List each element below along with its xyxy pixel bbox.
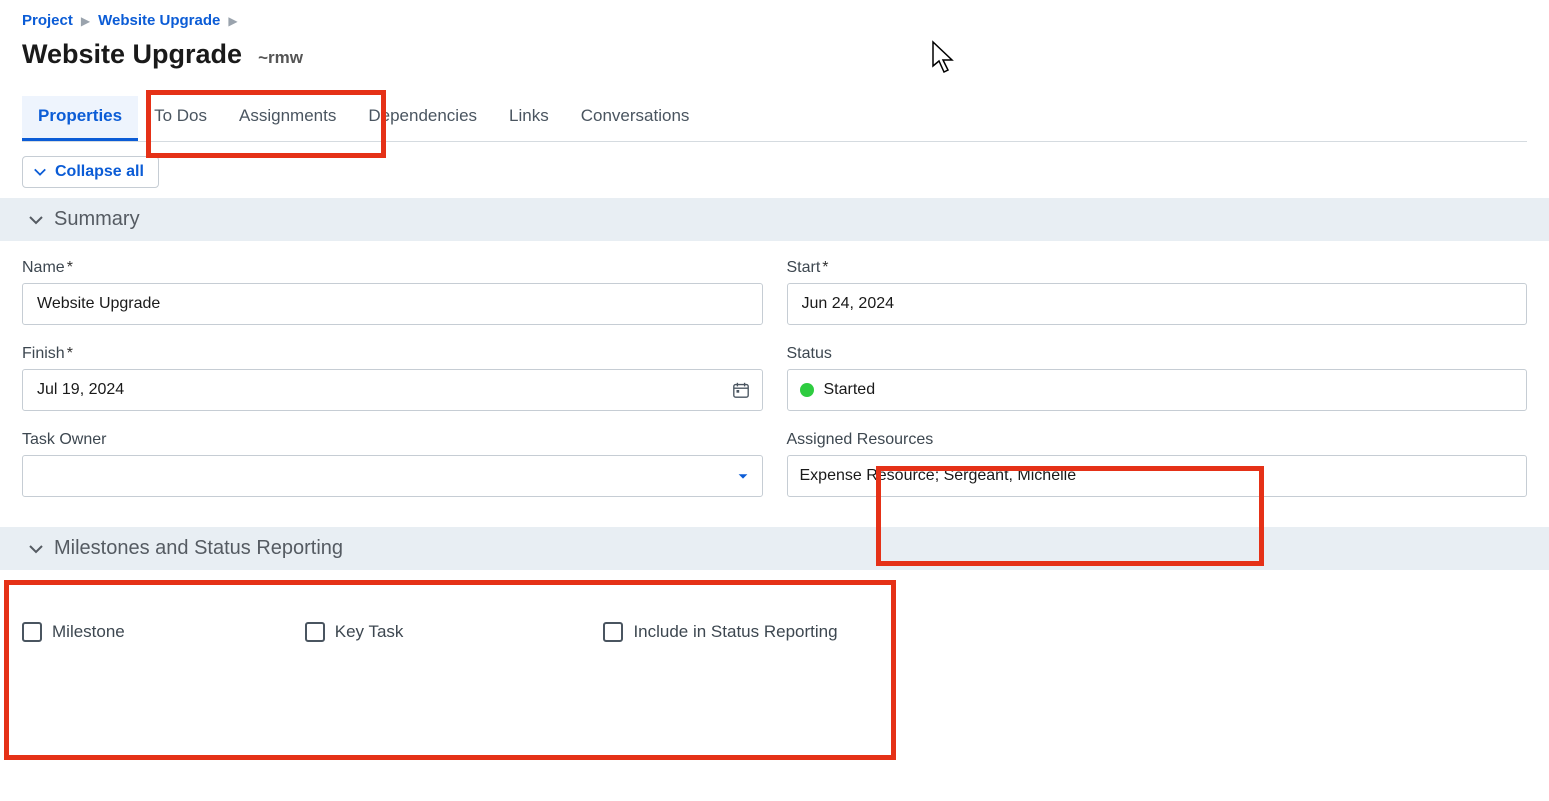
field-assigned-resources: Assigned Resources Expense Resource; Ser… <box>787 431 1528 497</box>
checkbox-key-task[interactable]: Key Task <box>305 622 404 642</box>
chevron-right-icon: ▶ <box>228 14 237 28</box>
start-input[interactable] <box>800 294 1515 314</box>
start-input-wrap[interactable] <box>787 283 1528 325</box>
field-status: Status Started <box>787 345 1528 411</box>
task-owner-label: Task Owner <box>22 431 763 449</box>
chevron-down-icon <box>28 212 44 228</box>
chevron-right-icon: ▶ <box>81 14 90 28</box>
tab-bar: Properties To Dos Assignments Dependenci… <box>22 96 1527 142</box>
finish-label: Finish* <box>22 345 763 363</box>
field-start: Start* <box>787 259 1528 325</box>
title-row: Website Upgrade ~rmw <box>22 39 1527 70</box>
collapse-all-button[interactable]: Collapse all <box>22 156 159 188</box>
finish-input[interactable] <box>35 380 732 400</box>
checkbox-icon[interactable] <box>603 622 623 642</box>
tab-dependencies[interactable]: Dependencies <box>352 96 493 141</box>
section-summary-header[interactable]: Summary <box>0 198 1549 241</box>
chevron-down-icon <box>33 165 47 179</box>
name-input[interactable] <box>35 294 750 314</box>
page-title: Website Upgrade <box>22 39 242 70</box>
field-finish: Finish* <box>22 345 763 411</box>
summary-form: Name* Start* Finish* <box>22 259 1527 521</box>
section-summary-title: Summary <box>54 208 140 231</box>
chevron-down-icon <box>28 541 44 557</box>
checkbox-milestone[interactable]: Milestone <box>22 622 125 642</box>
section-milestones-header[interactable]: Milestones and Status Reporting <box>0 527 1549 570</box>
collapse-all-label: Collapse all <box>55 163 144 181</box>
start-label: Start* <box>787 259 1528 277</box>
assigned-resources-label: Assigned Resources <box>787 431 1528 449</box>
assigned-resources-value: Expense Resource; Sergeant, Michelle <box>800 467 1515 485</box>
name-input-wrap[interactable] <box>22 283 763 325</box>
checkbox-include-status-label: Include in Status Reporting <box>633 622 837 642</box>
checkbox-icon[interactable] <box>22 622 42 642</box>
owner-tag: ~rmw <box>258 48 303 68</box>
status-input[interactable]: Started <box>787 369 1528 411</box>
finish-input-wrap[interactable] <box>22 369 763 411</box>
section-milestones: Milestones and Status Reporting Mileston… <box>22 527 1527 660</box>
calendar-icon[interactable] <box>732 381 750 399</box>
checkbox-key-task-label: Key Task <box>335 622 404 642</box>
field-task-owner: Task Owner <box>22 431 763 497</box>
assigned-resources-input[interactable]: Expense Resource; Sergeant, Michelle <box>787 455 1528 497</box>
breadcrumb-project-link[interactable]: Project <box>22 12 73 29</box>
tab-todos[interactable]: To Dos <box>138 96 223 141</box>
status-dot-icon <box>800 383 814 397</box>
tab-assignments[interactable]: Assignments <box>223 96 352 141</box>
caret-down-icon[interactable] <box>736 469 750 483</box>
checkbox-icon[interactable] <box>305 622 325 642</box>
task-owner-select[interactable] <box>22 455 763 497</box>
tab-links[interactable]: Links <box>493 96 565 141</box>
breadcrumb: Project ▶ Website Upgrade ▶ <box>22 12 1527 29</box>
checkbox-milestone-label: Milestone <box>52 622 125 642</box>
name-label: Name* <box>22 259 763 277</box>
breadcrumb-website-upgrade-link[interactable]: Website Upgrade <box>98 12 220 29</box>
field-name: Name* <box>22 259 763 325</box>
section-milestones-title: Milestones and Status Reporting <box>54 537 343 560</box>
milestones-checkbox-row: Milestone Key Task Include in Status Rep… <box>22 588 1527 660</box>
status-label: Status <box>787 345 1528 363</box>
status-value: Started <box>824 381 876 399</box>
tab-conversations[interactable]: Conversations <box>565 96 706 141</box>
task-owner-input[interactable] <box>35 466 736 486</box>
tab-properties[interactable]: Properties <box>22 96 138 141</box>
checkbox-include-status[interactable]: Include in Status Reporting <box>603 622 837 642</box>
